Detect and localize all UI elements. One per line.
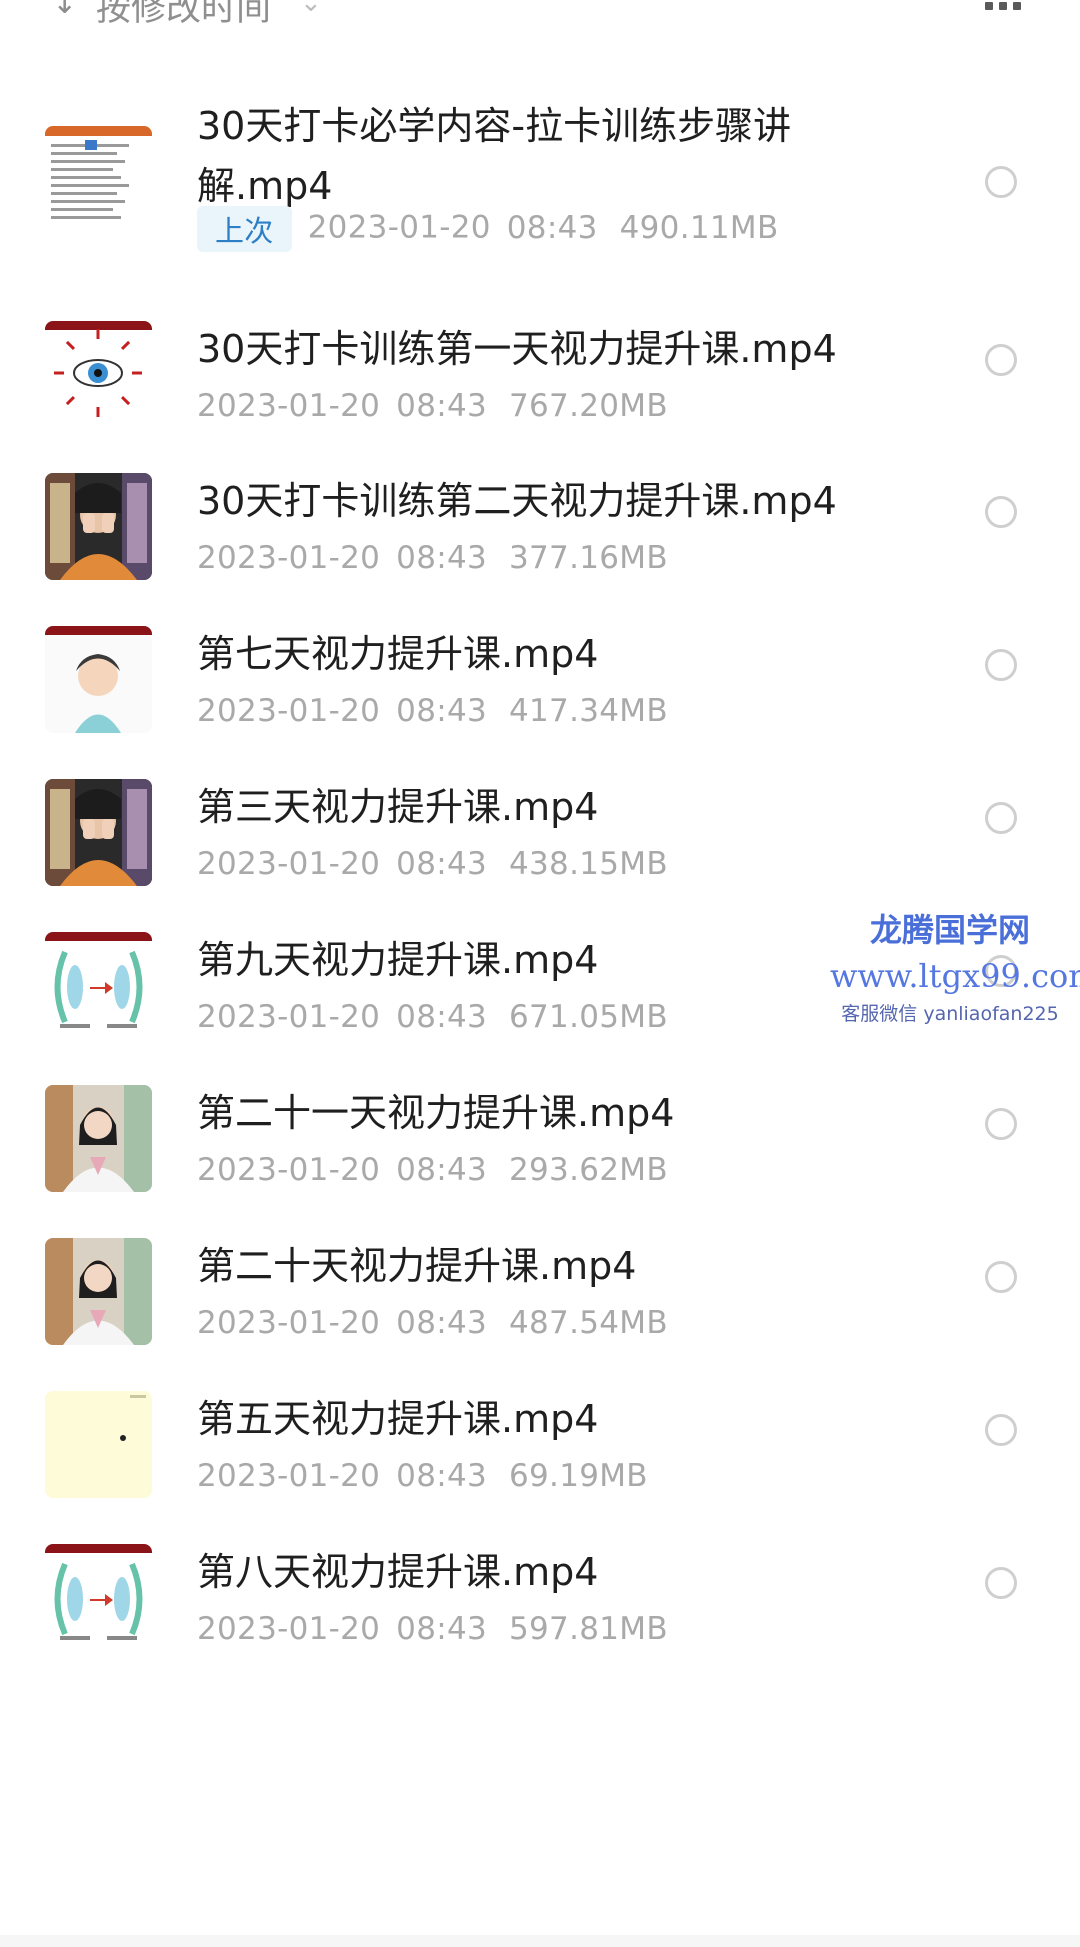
file-title[interactable]: 第二十天视力提升课.mp4 [197, 1236, 877, 1296]
file-date: 2023-01-20 [197, 388, 381, 424]
file-time: 08:43 [396, 999, 488, 1035]
sort-label[interactable]: 按修改时间 [96, 0, 271, 31]
chevron-down-icon[interactable]: ⌄ [300, 0, 322, 18]
file-time: 08:43 [396, 846, 488, 882]
file-title[interactable]: 第九天视力提升课.mp4 [197, 930, 877, 990]
file-date: 2023-01-20 [197, 999, 381, 1035]
file-date: 2023-01-20 [197, 693, 381, 729]
video-thumbnail [45, 126, 152, 233]
file-meta: 2023-01-20 08:43 293.62MB [197, 1152, 668, 1188]
file-date: 2023-01-20 [197, 846, 381, 882]
file-time: 08:43 [396, 1458, 488, 1494]
file-row[interactable]: 30天打卡必学内容-拉卡训练步骤讲解.mp4 上次 2023-01-20 08:43 4… [0, 86, 1080, 276]
file-meta: 2023-01-20 08:43 438.15MB [197, 846, 668, 882]
file-meta: 2023-01-20 08:43 487.54MB [197, 1305, 668, 1341]
sort-arrow-icon[interactable]: ↓ [52, 0, 77, 21]
file-date: 2023-01-20 [197, 1305, 381, 1341]
file-time: 08:43 [396, 388, 488, 424]
select-radio[interactable] [985, 496, 1017, 528]
file-meta: 2023-01-20 08:43 597.81MB [197, 1611, 668, 1647]
file-time: 08:43 [396, 1611, 488, 1647]
file-size: 438.15MB [509, 846, 668, 882]
last-viewed-badge: 上次 [197, 206, 292, 252]
file-meta: 2023-01-20 08:43 69.19MB [197, 1458, 648, 1494]
file-size: 69.19MB [509, 1458, 648, 1494]
select-radio[interactable] [985, 1261, 1017, 1293]
file-time: 08:43 [396, 1305, 488, 1341]
file-title[interactable]: 第二十一天视力提升课.mp4 [197, 1083, 877, 1143]
file-meta: 2023-01-20 08:43 377.16MB [197, 540, 668, 576]
select-radio[interactable] [985, 344, 1017, 376]
file-title[interactable]: 第五天视力提升课.mp4 [197, 1389, 877, 1449]
file-size: 293.62MB [509, 1152, 668, 1188]
select-radio[interactable] [985, 955, 1017, 987]
file-time: 08:43 [396, 1152, 488, 1188]
video-thumbnail [45, 1544, 152, 1651]
grid-view-icon[interactable] [985, 2, 1021, 10]
file-time: 08:43 [506, 209, 598, 246]
file-meta: 2023-01-20 08:43 671.05MB [197, 999, 668, 1035]
video-thumbnail [45, 1238, 152, 1345]
file-date: 2023-01-20 [307, 209, 491, 246]
select-radio[interactable] [985, 166, 1017, 198]
file-title[interactable]: 30天打卡训练第二天视力提升课.mp4 [197, 471, 877, 531]
video-thumbnail [45, 1391, 152, 1498]
file-title[interactable]: 第七天视力提升课.mp4 [197, 624, 877, 684]
file-date: 2023-01-20 [197, 540, 381, 576]
file-size: 377.16MB [509, 540, 668, 576]
video-thumbnail [45, 779, 152, 886]
file-meta: 2023-01-20 08:43 417.34MB [197, 693, 668, 729]
select-radio[interactable] [985, 1108, 1017, 1140]
select-radio[interactable] [985, 1414, 1017, 1446]
file-row[interactable]: 第八天视力提升课.mp4 2023-01-20 08:43 597.81MB [0, 1504, 1080, 1694]
file-meta: 2023-01-20 08:43 767.20MB [197, 388, 668, 424]
file-date: 2023-01-20 [197, 1458, 381, 1494]
file-title[interactable]: 第三天视力提升课.mp4 [197, 777, 877, 837]
video-thumbnail [45, 321, 152, 428]
file-title[interactable]: 30天打卡必学内容-拉卡训练步骤讲解.mp4 [197, 96, 837, 216]
file-size: 671.05MB [509, 999, 668, 1035]
file-date: 2023-01-20 [197, 1611, 381, 1647]
video-thumbnail [45, 626, 152, 733]
file-meta: 上次 2023-01-20 08:43 490.11MB [197, 206, 779, 252]
select-radio[interactable] [985, 1567, 1017, 1599]
file-title[interactable]: 30天打卡训练第一天视力提升课.mp4 [197, 319, 877, 379]
file-size: 487.54MB [509, 1305, 668, 1341]
file-size: 490.11MB [619, 209, 779, 246]
file-time: 08:43 [396, 540, 488, 576]
file-size: 597.81MB [509, 1611, 668, 1647]
file-size: 417.34MB [509, 693, 668, 729]
video-thumbnail [45, 473, 152, 580]
select-radio[interactable] [985, 649, 1017, 681]
video-thumbnail [45, 932, 152, 1039]
select-radio[interactable] [985, 802, 1017, 834]
file-time: 08:43 [396, 693, 488, 729]
bottom-bar [0, 1935, 1080, 1947]
sort-bar: ↓ 按修改时间 ⌄ [0, 0, 1080, 40]
file-title[interactable]: 第八天视力提升课.mp4 [197, 1542, 877, 1602]
video-thumbnail [45, 1085, 152, 1192]
file-date: 2023-01-20 [197, 1152, 381, 1188]
file-size: 767.20MB [509, 388, 668, 424]
